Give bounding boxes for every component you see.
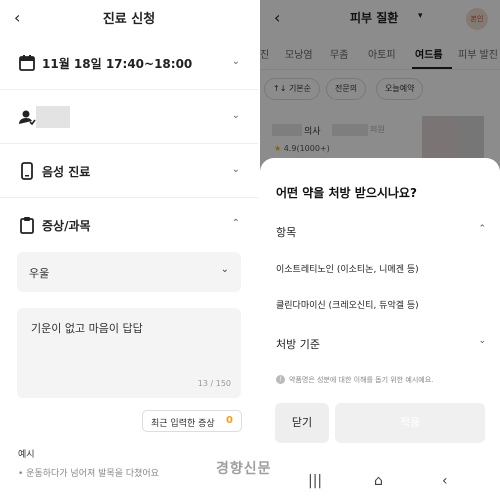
example-item: • 운동하다가 넘어져 발목을 다쳤어요 [18,469,159,479]
chevron-down-icon[interactable]: ⌄ [478,336,486,346]
prescription-panel: ‹ 피부 질환 ▾ 본인 진 모낭염 무좀 아토피 여드름 피부 발진 ↑↓ 기… [260,0,500,501]
page-title: 진료 신청 [102,12,156,27]
symptom-section-label: 증상/과목 [42,219,91,233]
clipboard-icon [20,217,34,234]
example-title: 예시 [18,450,35,460]
close-button[interactable]: 닫기 [275,403,329,443]
recent-symptoms-button[interactable]: 최근 입력한 증상 0 [142,410,242,432]
chevron-down-icon: ⌄ [231,110,240,121]
system-nav-bar: ||| ⌂ ‹ [260,467,500,501]
symptom-textarea[interactable]: 기운이 없고 마음이 답답 13 / 150 [17,308,241,398]
option-isotretinoin[interactable]: 이소트레티노인 (이소티논, 니메겐 등) [276,262,419,275]
symptom-select-value: 우울 [29,267,50,280]
recent-symptoms-label: 최근 입력한 증상 [151,419,215,429]
request-header: ‹ 진료 신청 [0,0,258,36]
chevron-down-icon: ⌄ [231,56,240,67]
recent-apps-icon[interactable]: ||| [308,473,322,489]
sheet-note: 약품명은 성분에 대한 이해를 돕기 위한 예시예요. [289,376,434,384]
phone-icon [21,162,33,180]
recent-symptoms-count: 0 [226,415,233,426]
calendar-icon [19,55,35,71]
chevron-up-icon: ⌃ [231,218,240,229]
patient-row[interactable]: ⌄ [0,92,258,144]
request-panel: ‹ 진료 신청 11월 18일 17:40~18:00 ⌄ ⌄ 음성 진료 ⌄ … [0,0,258,501]
date-time-row[interactable]: 11월 18일 17:40~18:00 ⌄ [0,38,258,90]
patient-name-redacted [36,106,70,128]
back-nav-icon[interactable]: ‹ [442,473,448,489]
date-time-label: 11월 18일 17:40~18:00 [42,57,193,71]
apply-button[interactable]: 적용 [335,403,485,443]
info-icon: ! [276,375,285,384]
prescription-bottom-sheet: 어떤 약을 처방 받으시나요? 항목 ⌃ 이소트레티노인 (이소티논, 니메겐 … [260,158,500,501]
section-criteria-header[interactable]: 처방 기준 [276,336,320,352]
chevron-down-icon: ⌄ [231,164,240,175]
option-clindamycin[interactable]: 클린다마이신 (크레오신티, 듀악겔 등) [276,298,419,311]
newspaper-watermark: 경향신문 [216,461,272,477]
symptom-select[interactable]: 우울 ⌄ [17,252,241,292]
char-counter: 13 / 150 [197,379,231,388]
section-items-header[interactable]: 항목 [276,224,296,240]
home-icon[interactable]: ⌂ [374,473,383,489]
chevron-down-icon: ⌄ [220,264,229,275]
symptom-section-row[interactable]: 증상/과목 ⌃ [0,200,258,252]
consult-type-row[interactable]: 음성 진료 ⌄ [0,146,258,198]
consult-type-label: 음성 진료 [42,165,91,179]
chevron-up-icon[interactable]: ⌃ [478,224,486,234]
sheet-question: 어떤 약을 처방 받으시나요? [276,186,417,200]
symptom-text-value: 기운이 없고 마음이 답답 [31,322,143,335]
user-icon [19,110,36,126]
